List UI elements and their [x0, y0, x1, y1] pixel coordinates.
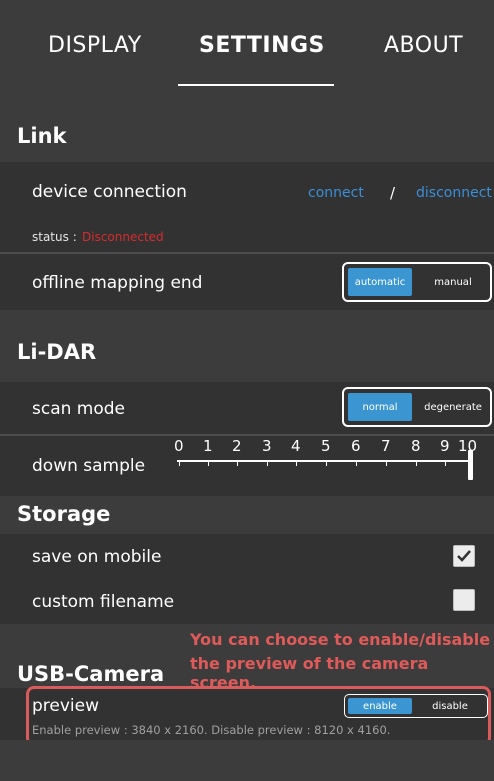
tab-display[interactable]: DISPLAY — [48, 33, 142, 58]
custom-filename-label: custom filename — [32, 592, 175, 612]
slider-tick-label: 3 — [262, 437, 272, 455]
scan-option-degenerate[interactable]: degenerate — [416, 393, 490, 421]
down-sample-slider-thumb[interactable] — [468, 450, 473, 480]
offline-option-manual[interactable]: manual — [416, 268, 490, 296]
scan-mode-segmented: normal degenerate — [342, 387, 492, 427]
slider-tick — [386, 460, 387, 466]
bottom-spacer — [0, 740, 494, 781]
scan-mode-label: scan mode — [32, 399, 126, 419]
save-on-mobile-checkbox[interactable] — [453, 545, 475, 567]
slider-tick-label: 9 — [440, 437, 450, 455]
annotation-line-1: You can choose to enable/disable — [190, 630, 491, 649]
tab-about[interactable]: ABOUT — [384, 33, 463, 58]
down-sample-label: down sample — [32, 456, 146, 476]
slider-tick — [296, 460, 297, 466]
slider-tick — [237, 460, 238, 466]
checkmark-icon — [457, 550, 471, 562]
section-title-usb-camera: USB-Camera — [17, 662, 165, 686]
status-label: status : — [32, 230, 77, 244]
row-device-connection: device connection connect / disconnect s… — [0, 162, 494, 252]
section-title-storage: Storage — [17, 502, 111, 526]
tab-bar: DISPLAY SETTINGS ABOUT — [0, 0, 494, 110]
connect-link[interactable]: connect — [308, 185, 364, 201]
offline-mapping-label: offline mapping end — [32, 273, 203, 293]
disconnect-link[interactable]: disconnect — [416, 185, 492, 201]
section-storage: Storage — [0, 496, 494, 534]
annotation-highlight-box — [26, 686, 491, 746]
slider-tick — [326, 460, 327, 466]
tab-settings[interactable]: SETTINGS — [199, 33, 325, 58]
section-title-link: Link — [17, 124, 67, 148]
down-sample-slider-track[interactable] — [177, 460, 472, 462]
slider-tick-label: 1 — [203, 437, 213, 455]
slider-tick-label: 6 — [351, 437, 361, 455]
slider-tick — [208, 460, 209, 466]
scan-option-normal[interactable]: normal — [348, 393, 412, 421]
slider-tick — [267, 460, 268, 466]
slider-tick — [179, 460, 180, 466]
slider-tick-label: 5 — [321, 437, 331, 455]
section-link: Link — [0, 110, 494, 162]
slider-tick-label: 2 — [232, 437, 242, 455]
offline-option-automatic[interactable]: automatic — [348, 268, 412, 296]
custom-filename-checkbox[interactable] — [453, 589, 475, 611]
row-scan-mode: scan mode normal degenerate — [0, 382, 494, 434]
slider-tick — [416, 460, 417, 466]
tab-indicator — [178, 84, 334, 86]
offline-mapping-segmented: automatic manual — [342, 262, 492, 302]
slider-tick-label: 0 — [174, 437, 184, 455]
slider-tick-label: 7 — [381, 437, 391, 455]
device-connection-label: device connection — [32, 182, 187, 202]
slider-tick — [445, 460, 446, 466]
separator-slash: / — [390, 184, 396, 202]
slider-tick — [356, 460, 357, 466]
section-lidar: Li-DAR — [0, 310, 494, 382]
slider-tick-label: 8 — [411, 437, 421, 455]
row-offline-mapping: offline mapping end automatic manual — [0, 254, 494, 310]
save-on-mobile-label: save on mobile — [32, 547, 162, 567]
section-title-lidar: Li-DAR — [17, 340, 97, 364]
storage-rows: save on mobile custom filename — [0, 534, 494, 624]
status-value: Disconnected — [82, 230, 164, 244]
slider-tick-label: 4 — [291, 437, 301, 455]
